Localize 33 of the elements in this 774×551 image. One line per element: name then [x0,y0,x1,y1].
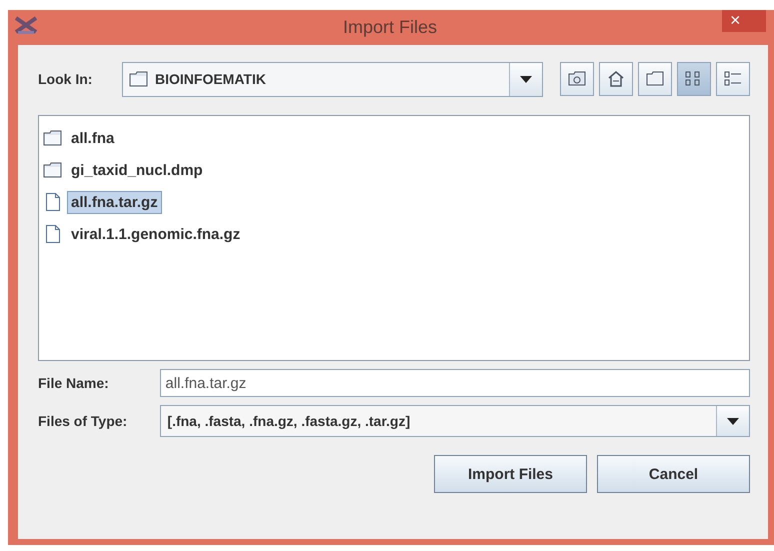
import-button[interactable]: Import Files [434,455,587,493]
file-icon [45,192,61,212]
dropdown-arrow-icon [727,418,739,424]
dropdown-arrow-icon [520,76,532,82]
list-view-button[interactable] [677,62,711,96]
home-button[interactable] [599,62,633,96]
folder-icon [129,71,149,87]
file-item[interactable]: all.fna.tar.gz [67,190,162,214]
folder-icon [646,71,664,87]
file-item[interactable]: viral.1.1.genomic.fna.gz [67,222,244,246]
cancel-button[interactable]: Cancel [597,455,750,493]
look-in-label: Look In: [38,71,94,87]
window-title: Import Files [342,17,438,38]
file-type-dropdown[interactable]: [.fna, .fasta, .fna.gz, .fasta.gz, .tar.gz] [160,405,750,437]
details-view-icon [724,71,742,87]
file-name-field[interactable]: all.fna.tar.gz [160,369,750,397]
file-item[interactable]: gi_taxid_nucl.dmp [67,158,207,182]
file-name-label: File Name: [38,375,110,391]
file-icon [45,224,61,244]
file-type-label: Files of Type: [38,413,128,429]
look-in-dropdown[interactable]: BIOINFOEMATIK [122,62,543,96]
folder-icon [43,162,63,178]
folder-icon [568,71,586,87]
new-folder-button[interactable] [638,62,672,96]
file-type-value: [.fna, .fasta, .fna.gz, .fasta.gz, .tar.gz] [167,413,410,429]
home-icon [607,70,625,88]
file-item[interactable]: all.fna [67,126,118,150]
close-button[interactable]: × [722,10,766,32]
folder-icon [43,130,63,146]
details-view-button[interactable] [716,62,750,96]
folder-name: BIOINFOEMATIK [155,71,266,87]
app-icon [14,14,40,36]
up-folder-button[interactable] [560,62,594,96]
